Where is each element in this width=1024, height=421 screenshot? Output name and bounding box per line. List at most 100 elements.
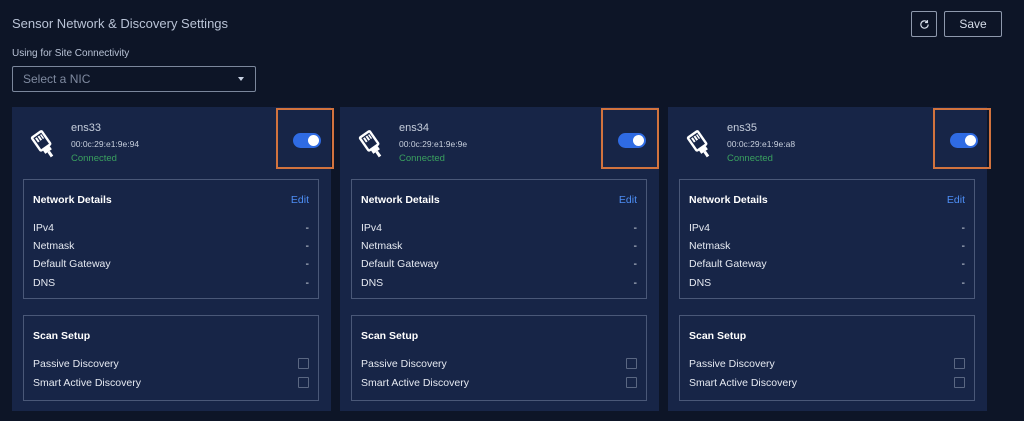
scan-setup-panel: Scan Setup Passive Discovery Smart Activ… bbox=[679, 315, 975, 401]
detail-value: - bbox=[633, 222, 638, 234]
smart-active-discovery-checkbox[interactable] bbox=[298, 377, 309, 388]
toggle-highlight bbox=[276, 108, 334, 169]
scan-setup-title: Scan Setup bbox=[33, 330, 91, 342]
nic-card: ens34 00:0c:29:e1:9e:9e Connected Networ… bbox=[340, 107, 659, 411]
detail-row: IPv4 - bbox=[33, 222, 309, 234]
scan-option-label: Smart Active Discovery bbox=[361, 377, 469, 389]
nic-status: Connected bbox=[727, 153, 773, 164]
detail-value: - bbox=[305, 277, 310, 289]
ethernet-icon bbox=[356, 129, 388, 161]
detail-label: DNS bbox=[361, 277, 384, 289]
scan-setup-panel: Scan Setup Passive Discovery Smart Activ… bbox=[23, 315, 319, 401]
detail-row: Default Gateway - bbox=[361, 258, 637, 270]
passive-discovery-checkbox[interactable] bbox=[298, 358, 309, 369]
scan-option-label: Smart Active Discovery bbox=[33, 377, 141, 389]
scan-option: Passive Discovery bbox=[361, 358, 637, 370]
scan-option: Smart Active Discovery bbox=[33, 377, 309, 389]
toggle-knob bbox=[965, 135, 976, 146]
nic-mac-address: 00:0c:29:e1:9e:9e bbox=[399, 139, 468, 149]
network-details-panel: Network Details Edit IPv4 - Netmask - Defa… bbox=[679, 179, 975, 299]
network-details-panel: Network Details Edit IPv4 - Netmask - Defa… bbox=[351, 179, 647, 299]
nic-name: ens34 bbox=[399, 122, 429, 134]
detail-row: DNS - bbox=[689, 277, 965, 289]
caret-down-icon bbox=[238, 77, 244, 81]
network-details-panel: Network Details Edit IPv4 - Netmask - Defa… bbox=[23, 179, 319, 299]
scan-setup-title: Scan Setup bbox=[689, 330, 747, 342]
detail-row: IPv4 - bbox=[689, 222, 965, 234]
detail-label: Netmask bbox=[33, 240, 75, 252]
detail-label: Default Gateway bbox=[689, 258, 767, 270]
ethernet-icon bbox=[28, 129, 60, 161]
scan-setup-panel: Scan Setup Passive Discovery Smart Activ… bbox=[351, 315, 647, 401]
detail-label: Default Gateway bbox=[361, 258, 439, 270]
detail-value: - bbox=[961, 240, 966, 252]
toggle-highlight bbox=[933, 108, 991, 169]
scan-option-label: Smart Active Discovery bbox=[689, 377, 797, 389]
nic-card: ens33 00:0c:29:e1:9e:94 Connected Networ… bbox=[12, 107, 334, 411]
detail-row: DNS - bbox=[33, 277, 309, 289]
toggle-highlight bbox=[601, 108, 659, 169]
detail-label: IPv4 bbox=[33, 222, 55, 234]
nic-select[interactable]: Select a NIC bbox=[12, 66, 256, 92]
detail-value: - bbox=[633, 258, 638, 270]
edit-link[interactable]: Edit bbox=[619, 194, 637, 206]
nic-mac-address: 00:0c:29:e1:9e:94 bbox=[71, 139, 140, 149]
scan-option-label: Passive Discovery bbox=[689, 358, 775, 370]
refresh-icon bbox=[919, 19, 929, 29]
nic-card: ens35 00:0c:29:e1:9e:a8 Connected Networ… bbox=[668, 107, 991, 411]
detail-row: DNS - bbox=[361, 277, 637, 289]
detail-row: Netmask - bbox=[689, 240, 965, 252]
scan-option: Smart Active Discovery bbox=[689, 377, 965, 389]
nic-enable-toggle[interactable] bbox=[293, 133, 321, 148]
scan-option-label: Passive Discovery bbox=[33, 358, 119, 370]
detail-value: - bbox=[961, 277, 966, 289]
detail-value: - bbox=[961, 222, 966, 234]
nic-status: Connected bbox=[71, 153, 117, 164]
detail-row: Netmask - bbox=[361, 240, 637, 252]
nic-select-placeholder: Select a NIC bbox=[23, 72, 91, 86]
page-title: Sensor Network & Discovery Settings bbox=[12, 16, 229, 31]
detail-label: IPv4 bbox=[361, 222, 383, 234]
nic-enable-toggle[interactable] bbox=[618, 133, 646, 148]
scan-option: Passive Discovery bbox=[689, 358, 965, 370]
scan-setup-title: Scan Setup bbox=[361, 330, 419, 342]
detail-label: IPv4 bbox=[689, 222, 711, 234]
detail-label: DNS bbox=[33, 277, 56, 289]
detail-row: IPv4 - bbox=[361, 222, 637, 234]
detail-label: Netmask bbox=[361, 240, 403, 252]
refresh-button[interactable] bbox=[911, 11, 937, 37]
nic-status: Connected bbox=[399, 153, 445, 164]
toggle-knob bbox=[308, 135, 319, 146]
detail-value: - bbox=[305, 222, 310, 234]
detail-value: - bbox=[961, 258, 966, 270]
smart-active-discovery-checkbox[interactable] bbox=[954, 377, 965, 388]
toggle-knob bbox=[633, 135, 644, 146]
nic-name: ens35 bbox=[727, 122, 757, 134]
edit-link[interactable]: Edit bbox=[947, 194, 965, 206]
detail-label: DNS bbox=[689, 277, 712, 289]
detail-value: - bbox=[633, 277, 638, 289]
ethernet-icon bbox=[684, 129, 716, 161]
detail-value: - bbox=[305, 240, 310, 252]
smart-active-discovery-checkbox[interactable] bbox=[626, 377, 637, 388]
nic-select-label: Using for Site Connectivity bbox=[12, 48, 130, 59]
scan-option: Smart Active Discovery bbox=[361, 377, 637, 389]
edit-link[interactable]: Edit bbox=[291, 194, 309, 206]
detail-label: Netmask bbox=[689, 240, 731, 252]
detail-value: - bbox=[305, 258, 310, 270]
passive-discovery-checkbox[interactable] bbox=[626, 358, 637, 369]
detail-row: Default Gateway - bbox=[33, 258, 309, 270]
nic-name: ens33 bbox=[71, 122, 101, 134]
scan-option-label: Passive Discovery bbox=[361, 358, 447, 370]
network-details-title: Network Details bbox=[689, 194, 768, 206]
nic-enable-toggle[interactable] bbox=[950, 133, 978, 148]
network-details-title: Network Details bbox=[33, 194, 112, 206]
scan-option: Passive Discovery bbox=[33, 358, 309, 370]
network-details-title: Network Details bbox=[361, 194, 440, 206]
save-button[interactable]: Save bbox=[944, 11, 1002, 37]
detail-row: Default Gateway - bbox=[689, 258, 965, 270]
detail-value: - bbox=[633, 240, 638, 252]
nic-mac-address: 00:0c:29:e1:9e:a8 bbox=[727, 139, 796, 149]
passive-discovery-checkbox[interactable] bbox=[954, 358, 965, 369]
detail-label: Default Gateway bbox=[33, 258, 111, 270]
